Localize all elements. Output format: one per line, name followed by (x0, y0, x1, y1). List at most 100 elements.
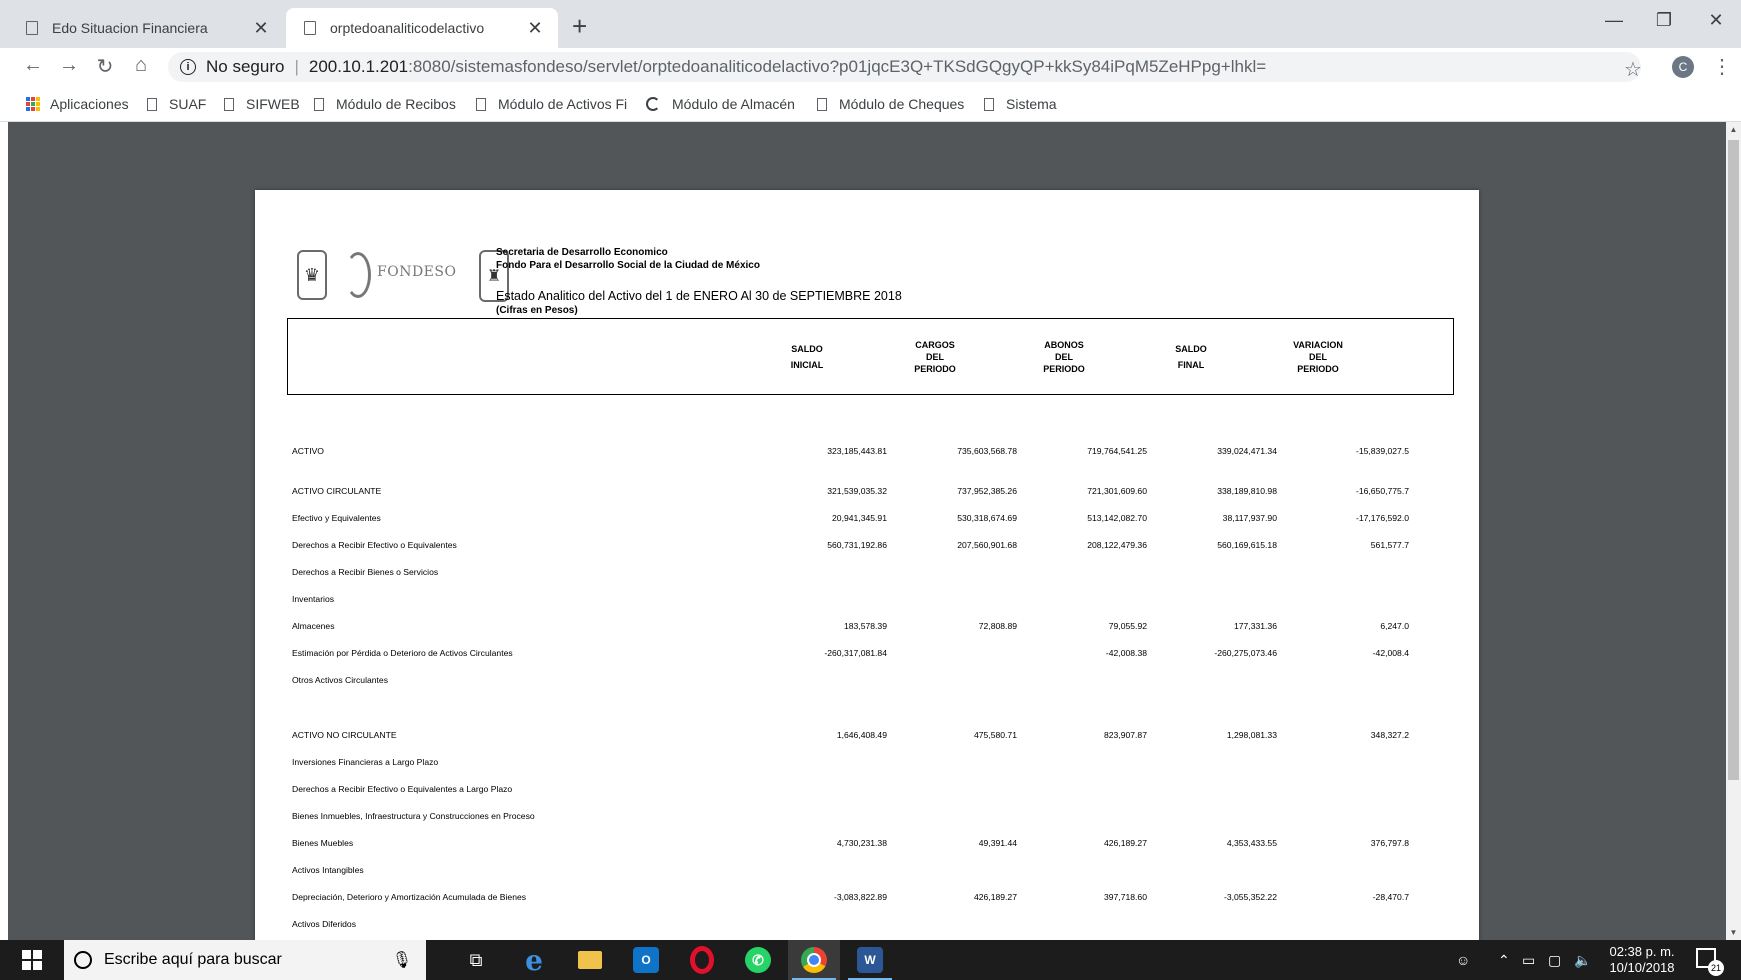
page-icon (476, 97, 486, 111)
close-tab-icon[interactable]: ✕ (526, 18, 544, 39)
vertical-scrollbar[interactable]: ▲ ▼ (1726, 122, 1741, 940)
chevron-up-icon[interactable]: ⌃ (1498, 952, 1510, 969)
row-value: -28,470.7 (1372, 892, 1409, 902)
col-saldo-final: SALDO FINAL (1175, 344, 1207, 370)
bookmark-modulo-recibos[interactable]: Módulo de Recibos (314, 86, 456, 122)
bookmark-sistema[interactable]: Sistema (984, 86, 1057, 122)
row-label: Derechos a Recibir Bienes o Servicios (292, 567, 439, 577)
volume-icon[interactable]: 🔈 (1574, 952, 1591, 969)
new-tab-button[interactable]: + (572, 13, 587, 39)
row-value: 79,055.92 (1108, 621, 1147, 631)
bookmark-aplicaciones[interactable]: Aplicaciones (26, 86, 129, 122)
row-label: Depreciación, Deterioro y Amortización A… (292, 892, 527, 902)
profile-avatar[interactable]: C (1672, 56, 1694, 78)
bookmark-label: Módulo de Cheques (839, 96, 965, 112)
bookmark-suaf[interactable]: SUAF (147, 86, 206, 122)
tab-strip: Edo Situacion Financiera ✕ orptedoanalit… (0, 0, 1741, 48)
bookmark-modulo-cheques[interactable]: Módulo de Cheques (817, 86, 964, 122)
apps-grid-icon (26, 97, 40, 111)
row-label: Activos Intangibles (292, 865, 364, 875)
address-bar[interactable]: i No seguro | 200.10.1.201 :8080/sistema… (168, 52, 1641, 82)
outlook-icon[interactable]: O (620, 940, 672, 980)
battery-icon[interactable]: ▭ (1522, 952, 1535, 969)
restore-button[interactable]: ❐ (1644, 10, 1684, 31)
opera-icon[interactable] (676, 940, 728, 980)
info-icon[interactable]: i (180, 59, 196, 75)
table-row: ACTIVO CIRCULANTE 321,539,035.32 737,952,3… (255, 486, 1479, 500)
system-clock[interactable]: 02:38 p. m. 10/10/2018 (1600, 944, 1684, 976)
row-value: -3,083,822.89 (833, 892, 887, 902)
row-value: 4,353,433.55 (1226, 838, 1277, 848)
logos: ♛ FONDESO ♜ (297, 250, 509, 306)
taskbar-search-box[interactable]: Escribe aquí para buscar 🎙 (64, 940, 426, 980)
row-value: 426,189.27 (1103, 838, 1147, 848)
row-value: -260,275,073.46 (1214, 648, 1277, 658)
scroll-down-arrow-icon[interactable]: ▼ (1726, 925, 1741, 940)
back-arrow-icon[interactable]: ← (20, 54, 46, 77)
row-value: -17,176,592.0 (1355, 513, 1409, 523)
notification-count: 21 (1708, 960, 1724, 976)
bookmark-label: Módulo de Recibos (336, 96, 456, 112)
table-row: ACTIVO NO CIRCULANTE 1,646,408.49 475,580.… (255, 730, 1479, 744)
row-value: 1,298,081.33 (1226, 730, 1277, 740)
row-value: 561,577.7 (1370, 540, 1409, 550)
minimize-button[interactable]: — (1594, 10, 1634, 31)
url-path: :8080/sistemasfondeso/servlet/orptedoana… (408, 57, 1267, 76)
bookmark-label: Módulo de Activos Fi (498, 96, 628, 112)
edge-icon[interactable]: e (508, 940, 560, 980)
table-row: Inventarios (255, 594, 1479, 608)
pdf-viewer[interactable]: ♛ FONDESO ♜ Secretaria de Desarrollo Eco… (8, 122, 1726, 940)
tab-orptedoanalitico[interactable]: orptedoanaliticodelactivo ✕ (286, 8, 558, 48)
word-icon[interactable]: W (844, 940, 896, 980)
row-value: -260,317,081.84 (824, 648, 887, 658)
cortana-icon (74, 951, 92, 969)
scrollbar-thumb[interactable] (1728, 140, 1739, 780)
col-abonos-periodo: ABONOS DEL PERIODO (1043, 340, 1085, 374)
bookmark-modulo-activos[interactable]: Módulo de Activos Fi (476, 86, 627, 122)
table-row: ACTIVO 323,185,443.81 735,603,568.78 719,76… (255, 446, 1479, 460)
page-icon (224, 97, 234, 111)
row-value: -3,055,352.22 (1223, 892, 1277, 902)
url-host: 200.10.1.201 (308, 57, 409, 76)
more-vert-icon[interactable]: ⋮ (1712, 54, 1732, 79)
row-value: -42,008.38 (1105, 648, 1147, 658)
search-placeholder: Escribe aquí para buscar (104, 951, 282, 968)
people-icon[interactable]: ☺ (1456, 952, 1470, 968)
task-view-icon[interactable]: ⧉ (452, 940, 500, 980)
tab-edo-situacion[interactable]: Edo Situacion Financiera ✕ (8, 8, 284, 48)
row-value: 177,331.36 (1233, 621, 1277, 631)
start-button[interactable] (0, 940, 64, 980)
table-row: Otros Activos Circulantes (255, 675, 1479, 689)
table-row: Derechos a Recibir Bienes o Servicios (255, 567, 1479, 581)
page-icon (314, 97, 324, 111)
row-value: 475,580.71 (973, 730, 1017, 740)
row-label: Activos Diferidos (292, 919, 356, 929)
bookmark-modulo-almacen[interactable]: Módulo de Almacén (646, 86, 795, 122)
chrome-icon[interactable] (788, 940, 840, 980)
windows-taskbar: Escribe aquí para buscar 🎙 ⧉ e O ✆ W ☺ ⌃… (0, 940, 1741, 980)
row-value: -42,008.4 (1372, 648, 1409, 658)
reload-icon[interactable]: ↻ (92, 54, 118, 79)
row-value: 348,327.2 (1370, 730, 1409, 740)
scroll-up-arrow-icon[interactable]: ▲ (1726, 122, 1741, 137)
whatsapp-icon[interactable]: ✆ (732, 940, 784, 980)
file-explorer-icon[interactable] (564, 940, 616, 980)
close-tab-icon[interactable]: ✕ (252, 18, 270, 39)
table-row: Derechos a Recibir Efectivo o Equivalent… (255, 784, 1479, 798)
row-value: 735,603,568.78 (957, 446, 1017, 456)
bookmark-star-icon[interactable]: ☆ (1624, 57, 1642, 82)
row-value: 513,142,082.70 (1087, 513, 1147, 523)
close-window-button[interactable]: ✕ (1696, 10, 1736, 31)
row-value: 719,764,541.25 (1087, 446, 1147, 456)
network-icon[interactable]: ▢ (1548, 952, 1561, 969)
home-icon[interactable]: ⌂ (128, 54, 154, 77)
bookmark-label: SIFWEB (246, 96, 300, 112)
row-value: 397,718.60 (1103, 892, 1147, 902)
separator: | (294, 57, 299, 76)
bookmark-sifweb[interactable]: SIFWEB (224, 86, 300, 122)
forward-arrow-icon[interactable]: → (56, 54, 82, 77)
page-icon (26, 21, 38, 35)
microphone-icon[interactable]: 🎙 (392, 950, 412, 970)
org-line-1: Secretaria de Desarrollo Economico (496, 247, 668, 258)
row-value: 72,808.89 (978, 621, 1017, 631)
